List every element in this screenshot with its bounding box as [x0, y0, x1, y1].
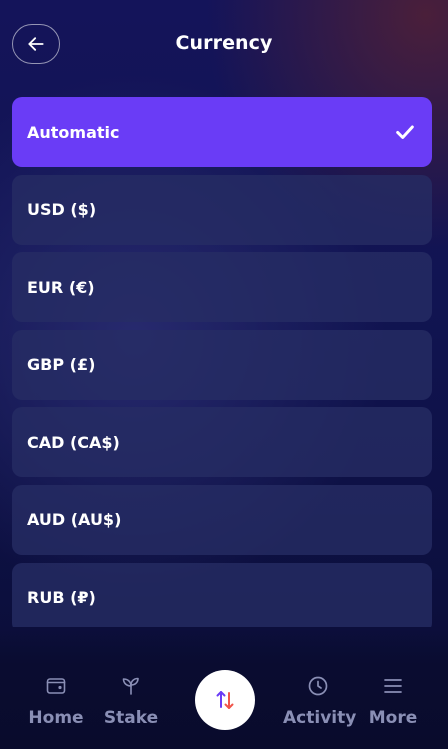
- currency-option-gbp[interactable]: GBP (£): [12, 329, 432, 400]
- page-title: Currency: [175, 32, 273, 54]
- currency-list: Automatic USD ($) EUR (€) GBP (£) CAD (C…: [12, 97, 432, 627]
- nav-activity-label: Activity: [283, 708, 357, 728]
- currency-option-eur[interactable]: EUR (€): [12, 252, 432, 323]
- bottom-nav: Home Stake Activity More: [0, 630, 448, 749]
- menu-icon: [384, 679, 402, 693]
- nav-activity[interactable]: Activity: [283, 670, 357, 728]
- nav-stake-label: Stake: [103, 708, 159, 728]
- currency-option-label: USD ($): [27, 200, 97, 220]
- currency-option-label: CAD (CA$): [27, 432, 120, 452]
- swap-button[interactable]: [195, 670, 255, 730]
- currency-option-label: RUB (₽): [27, 588, 96, 608]
- currency-option-label: EUR (€): [27, 277, 95, 297]
- currency-option-usd[interactable]: USD ($): [12, 174, 432, 245]
- clock-icon: [308, 676, 328, 696]
- currency-option-label: Automatic: [27, 122, 120, 142]
- currency-option-cad[interactable]: CAD (CA$): [12, 407, 432, 478]
- currency-option-label: AUD (AU$): [27, 510, 122, 530]
- nav-more[interactable]: More: [358, 670, 428, 728]
- currency-option-label: GBP (£): [27, 355, 96, 375]
- nav-home-label: Home: [28, 708, 84, 728]
- currency-option-aud[interactable]: AUD (AU$): [12, 484, 432, 555]
- header: Currency: [0, 0, 448, 90]
- nav-stake[interactable]: Stake: [96, 670, 166, 728]
- sprout-icon: [122, 677, 139, 695]
- currency-option-rub[interactable]: RUB (₽): [12, 562, 432, 627]
- wallet-icon: [46, 678, 66, 694]
- nav-more-label: More: [368, 708, 418, 728]
- swap-arrows-icon: [216, 691, 234, 709]
- nav-home[interactable]: Home: [21, 670, 91, 728]
- checkmark-icon: [394, 121, 416, 143]
- currency-option-automatic[interactable]: Automatic: [12, 97, 432, 167]
